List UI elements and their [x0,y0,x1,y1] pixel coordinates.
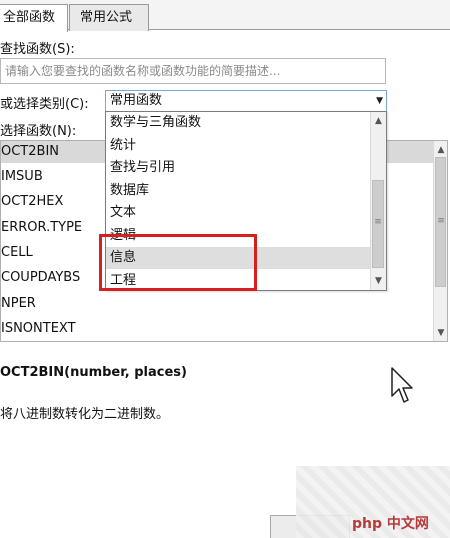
category-label: 或选择类别(C): [0,97,89,112]
highlight-annotation-box [99,234,257,291]
scroll-up-icon[interactable]: ▲ [371,113,386,129]
function-item-isnontext[interactable]: ISNONTEXT [1,318,435,340]
function-list-scrollbar[interactable]: ▲ ≡ ▼ [433,141,447,341]
category-option-database[interactable]: 数据库 [106,180,371,202]
mouse-cursor-icon [391,367,413,403]
function-item-nper[interactable]: NPER [1,293,435,315]
chevron-down-icon[interactable]: ▼ [376,91,383,111]
scroll-down-icon[interactable]: ▼ [371,273,386,289]
search-field-container[interactable] [0,58,386,84]
function-list-scroll-thumb[interactable]: ≡ [435,157,446,287]
category-selected-value: 常用函数 [110,93,163,108]
function-signature: OCT2BIN(number, places) [0,365,187,380]
category-select[interactable]: 常用函数 ▼ [105,90,387,112]
category-option-text[interactable]: 文本 [106,202,371,224]
function-description: 将八进制数转化为二进制数。 [0,407,170,422]
category-option-math[interactable]: 数学与三角函数 [106,112,371,134]
dropdown-scroll-thumb[interactable]: ≡ [372,180,384,268]
dropdown-scrollbar[interactable]: ▲ ≡ ▼ [370,112,386,290]
search-label: 查找函数(S): [0,42,75,57]
search-input[interactable] [1,59,385,83]
tab-common-formulas[interactable]: 常用公式 [69,4,149,31]
grip-icon: ≡ [374,217,382,227]
category-option-lookup[interactable]: 查找与引用 [106,157,371,179]
scroll-up-icon[interactable]: ▲ [434,142,447,158]
scroll-down-icon[interactable]: ▼ [434,325,447,341]
tab-all-functions[interactable]: 全部函数 [0,4,68,32]
function-list-label: 选择函数(N): [0,124,77,139]
watermark-text: php 中文网 [352,516,429,532]
category-option-statistics[interactable]: 统计 [106,135,371,157]
grip-icon: ≡ [437,216,445,226]
